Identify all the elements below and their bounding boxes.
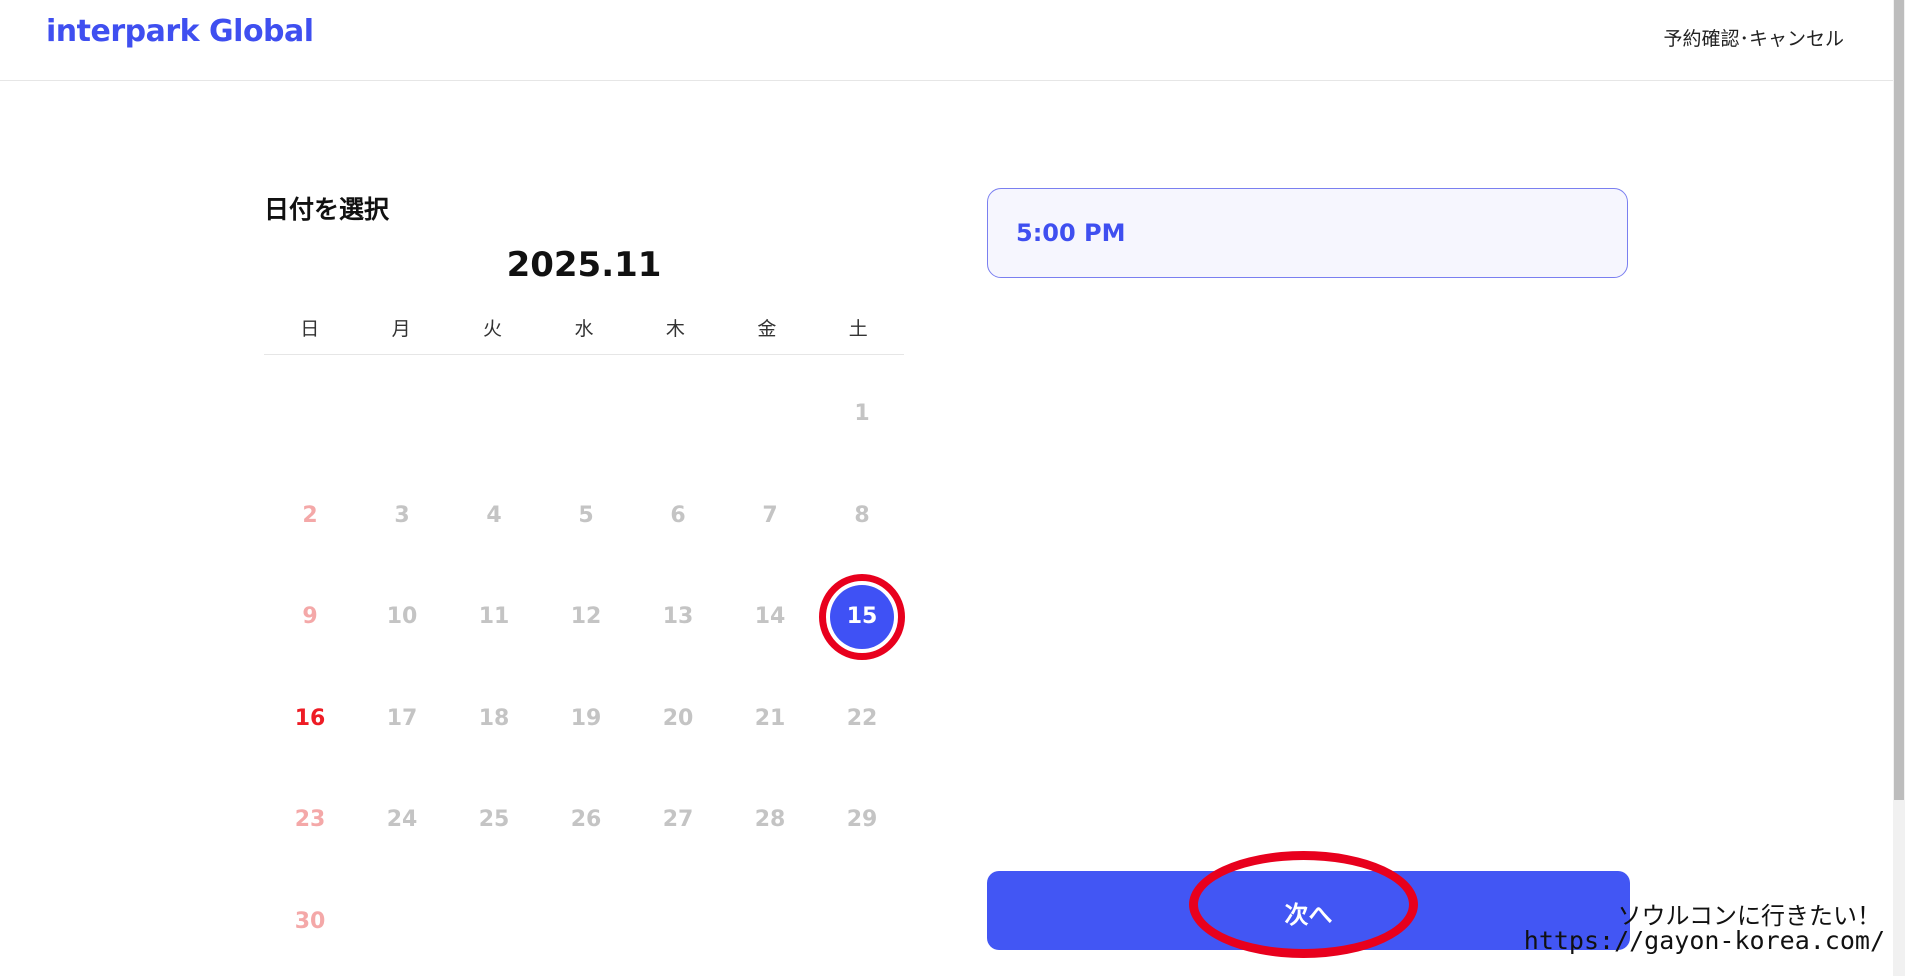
watermark-url: https://gayon-korea.com/ — [1523, 926, 1885, 955]
calendar-day: 20 — [632, 668, 724, 770]
calendar-day: 19 — [540, 668, 632, 770]
calendar-day: 27 — [632, 769, 724, 871]
calendar-day: 24 — [356, 769, 448, 871]
calendar-day-number: 30 — [294, 908, 326, 934]
calendar-day[interactable]: 16 — [264, 668, 356, 770]
calendar-month: 2025.11 — [506, 245, 662, 285]
calendar-day: 14 — [724, 566, 816, 668]
calendar-day-number: 20 — [662, 705, 694, 731]
calendar-day: 5 — [540, 465, 632, 567]
weekday-header: 日月火水木金土 — [264, 314, 904, 355]
calendar-day-number: 4 — [486, 502, 502, 528]
calendar-day: 25 — [448, 769, 540, 871]
scrollbar-track[interactable] — [1893, 0, 1905, 976]
reservation-check-cancel-link[interactable]: 予約確認･キャンセル — [1663, 24, 1844, 51]
calendar-day-number: 12 — [570, 604, 602, 630]
calendar-day-number: 8 — [854, 502, 870, 528]
calendar-day-number: 11 — [478, 604, 510, 630]
calendar-day[interactable]: 15 — [816, 566, 908, 668]
calendar-day-number: 2 — [302, 502, 318, 528]
weekday-label: 金 — [757, 318, 777, 340]
scrollbar-thumb[interactable] — [1894, 0, 1904, 800]
calendar-day-number: 24 — [386, 807, 418, 833]
calendar-empty-cell — [540, 871, 632, 973]
calendar-empty-cell — [356, 871, 448, 973]
weekday-label: 火 — [483, 318, 503, 340]
select-date-title: 日付を選択 — [264, 195, 390, 224]
calendar-day-number: 3 — [394, 502, 410, 528]
calendar-empty-cell — [724, 363, 816, 465]
calendar-day-number: 27 — [662, 807, 694, 833]
calendar-day-number: 9 — [302, 604, 318, 630]
calendar-day: 17 — [356, 668, 448, 770]
calendar-day: 26 — [540, 769, 632, 871]
time-option-label: 5:00 PM — [1016, 219, 1126, 247]
calendar-day: 18 — [448, 668, 540, 770]
calendar-day: 12 — [540, 566, 632, 668]
calendar-day: 23 — [264, 769, 356, 871]
calendar-empty-cell — [632, 871, 724, 973]
next-button-label: 次へ — [1284, 902, 1333, 929]
calendar-day: 2 — [264, 465, 356, 567]
calendar-day: 28 — [724, 769, 816, 871]
calendar-empty-cell — [264, 363, 356, 465]
calendar-day-number: 25 — [478, 807, 510, 833]
calendar-day-number: 16 — [294, 705, 326, 731]
calendar-grid: 1 2 3 4 5 6 7 8 9 10 11 12 13 14 15 16 17 18 19 20 21 22 23 24 2… — [264, 363, 905, 973]
calendar-day: 3 — [356, 465, 448, 567]
calendar-empty-cell — [724, 871, 816, 973]
weekday-label: 土 — [848, 318, 868, 340]
calendar-day-number: 19 — [570, 705, 602, 731]
calendar-day-number: 10 — [386, 604, 418, 630]
calendar-day: 22 — [816, 668, 908, 770]
highlight-ring-selected-date — [819, 573, 905, 660]
calendar-day-number: 22 — [846, 705, 878, 731]
logo[interactable]: interpark Global — [46, 14, 314, 49]
calendar-day-number: 29 — [846, 807, 878, 833]
calendar-day: 10 — [356, 566, 448, 668]
weekday-label: 月 — [391, 318, 411, 340]
calendar-day-number: 7 — [762, 502, 778, 528]
calendar-empty-cell — [448, 363, 540, 465]
calendar-day-number: 1 — [854, 401, 870, 427]
calendar-empty-cell — [356, 363, 448, 465]
calendar-day: 1 — [816, 363, 908, 465]
calendar-day: 29 — [816, 769, 908, 871]
calendar-day-number: 17 — [386, 705, 418, 731]
calendar-empty-cell — [540, 363, 632, 465]
calendar-day-number: 5 — [578, 502, 594, 528]
calendar-day-number: 13 — [662, 604, 694, 630]
weekday-label: 水 — [574, 318, 594, 340]
calendar-day: 13 — [632, 566, 724, 668]
calendar-day: 30 — [264, 871, 356, 973]
calendar-empty-cell — [448, 871, 540, 973]
calendar-day-number: 28 — [754, 807, 786, 833]
calendar-day-number: 26 — [570, 807, 602, 833]
calendar-day: 4 — [448, 465, 540, 567]
calendar-day-number: 14 — [754, 604, 786, 630]
calendar-day-number: 21 — [754, 705, 786, 731]
calendar-day: 21 — [724, 668, 816, 770]
calendar-empty-cell — [816, 871, 908, 973]
calendar-day: 6 — [632, 465, 724, 567]
weekday-label: 木 — [665, 318, 685, 340]
calendar-day: 7 — [724, 465, 816, 567]
time-option-selected[interactable]: 5:00 PM — [987, 188, 1628, 278]
calendar-day: 8 — [816, 465, 908, 567]
calendar-day-number: 6 — [670, 502, 686, 528]
calendar-day-number: 23 — [294, 807, 326, 833]
calendar-empty-cell — [632, 363, 724, 465]
weekday-label: 日 — [300, 318, 320, 340]
calendar-day: 11 — [448, 566, 540, 668]
header: interpark Global 予約確認･キャンセル — [0, 0, 1905, 81]
calendar-day-number: 18 — [478, 705, 510, 731]
calendar-day: 9 — [264, 566, 356, 668]
